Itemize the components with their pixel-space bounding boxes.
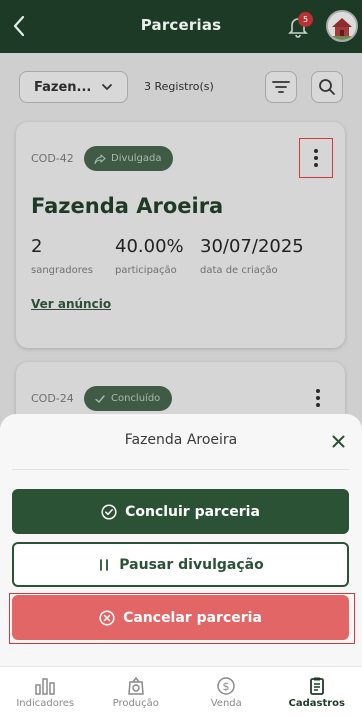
sheet-title: Fazenda Aroeira	[124, 432, 238, 448]
conclude-label: Concluir parceria	[125, 503, 260, 520]
see-listing-link[interactable]: Ver anúncio	[31, 297, 111, 311]
bar-chart-icon	[35, 677, 55, 695]
svg-text:$: $	[223, 680, 230, 693]
status-badge: Divulgada	[84, 146, 174, 171]
nav-label: Produção	[112, 697, 159, 709]
app-header: Parcerias 5	[0, 0, 362, 53]
nav-label: Indicadores	[16, 697, 75, 709]
pause-icon	[100, 558, 109, 571]
filter-button[interactable]	[265, 71, 297, 103]
clipboard-icon	[309, 677, 324, 695]
dot	[316, 396, 320, 400]
search-button[interactable]	[311, 71, 343, 103]
stat-label-participation: participação	[115, 265, 177, 276]
partnership-card[interactable]: COD-42 Divulgada Fazenda Aroeira 2 sangr…	[16, 122, 345, 348]
notification-badge: 5	[298, 12, 313, 27]
status-label: Concluído	[111, 393, 161, 404]
nav-item-registrations[interactable]: Cadastros	[272, 667, 362, 717]
dot	[314, 156, 318, 160]
chevron-down-icon	[102, 84, 112, 91]
close-icon	[332, 435, 344, 447]
status-badge: Concluído	[84, 386, 173, 411]
dot	[314, 163, 318, 167]
nav-item-indicators[interactable]: Indicadores	[0, 667, 91, 717]
stat-label-tappers: sangradores	[31, 265, 93, 276]
status-label: Divulgada	[111, 153, 162, 164]
share-icon	[94, 153, 106, 164]
farm-select[interactable]: Fazen...	[19, 71, 128, 103]
close-button[interactable]	[328, 431, 348, 451]
dot	[316, 403, 320, 407]
search-icon	[319, 79, 335, 95]
dot	[314, 149, 318, 153]
stat-value-tappers: 2	[31, 236, 43, 257]
card-code: COD-24	[31, 392, 74, 405]
dollar-icon: $	[217, 676, 235, 695]
stat-label-created: data de criação	[200, 265, 278, 276]
avatar[interactable]	[326, 10, 358, 42]
check-icon	[95, 394, 105, 403]
bottom-nav: Indicadores Produção $ Venda Cadastros	[0, 666, 362, 717]
nav-item-sales[interactable]: $ Venda	[181, 667, 272, 717]
check-circle-icon	[101, 503, 117, 520]
nav-label: Cadastros	[288, 697, 345, 709]
highlight-frame	[9, 593, 355, 644]
card-menu-button[interactable]	[301, 378, 335, 418]
stat-value-participation: 40.00%	[115, 236, 184, 257]
records-count: 3 Registro(s)	[144, 80, 214, 93]
filter-icon	[272, 81, 290, 93]
conclude-partnership-button[interactable]: Concluir parceria	[12, 489, 349, 534]
divider	[12, 469, 350, 470]
farm-avatar-icon	[328, 12, 356, 40]
filter-bar: Fazen... 3 Registro(s)	[0, 53, 362, 123]
dot	[316, 389, 320, 393]
pause-listing-button[interactable]: Pausar divulgação	[12, 542, 349, 587]
nav-item-production[interactable]: Produção	[91, 667, 182, 717]
card-code: COD-42	[31, 152, 74, 165]
stat-value-created: 30/07/2025	[200, 236, 304, 257]
pause-label: Pausar divulgação	[119, 556, 264, 573]
production-icon	[127, 676, 144, 695]
farm-select-value: Fazen...	[34, 79, 92, 95]
card-menu-button[interactable]	[299, 138, 333, 178]
farm-name: Fazenda Aroeira	[31, 194, 224, 218]
nav-label: Venda	[210, 697, 242, 709]
